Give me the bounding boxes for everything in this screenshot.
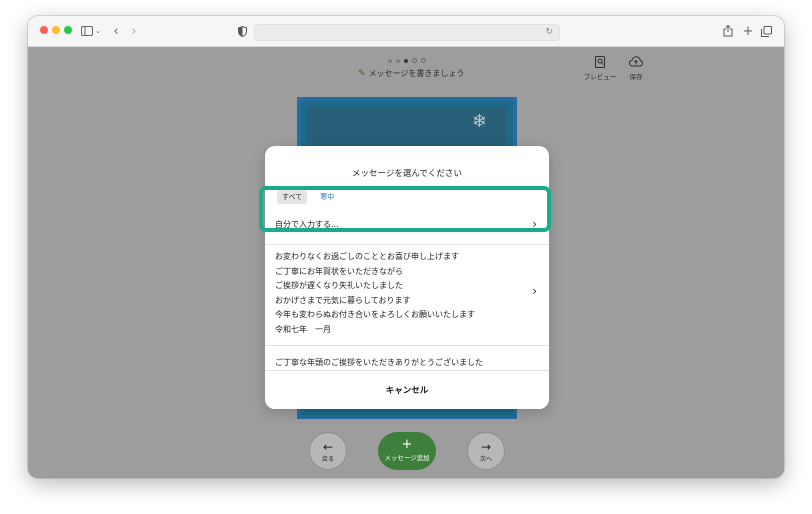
preview-label: プレビュー [583,73,617,81]
step-title-text: メッセージを書きましょう [368,69,465,78]
reload-icon[interactable]: ↻ [545,25,553,40]
next-button[interactable]: → 次へ [467,432,505,470]
snowflake-icon: ❄ [471,111,487,132]
message-option-2[interactable]: ご丁寧な年頭のご挨拶をいただきありがとうございました [275,357,483,368]
chevron-right-icon: › [532,284,537,298]
step-dot [421,58,426,63]
preview-button[interactable]: プレビュー [582,56,618,81]
step-title: ✎ メッセージを書きましょう [358,68,464,79]
save-button[interactable]: 保存 [618,56,654,81]
arrow-right-icon: → [480,440,492,454]
cloud-upload-icon [618,56,654,70]
shield-icon[interactable] [236,22,248,40]
browser-toolbar: ⌄ ‹ › ↻ + [28,16,784,47]
zoom-window-button[interactable] [64,26,72,34]
tabs-overview-icon[interactable] [760,22,772,40]
cancel-button[interactable]: キャンセル [265,370,549,409]
chevron-down-icon[interactable]: ⌄ [94,22,102,40]
step-dot [388,58,392,63]
step-dot [412,58,417,63]
highlight-frame [259,186,551,232]
minimize-window-button[interactable] [52,26,60,34]
message-line: ご丁寧にお年賀状をいただきながら [275,266,403,276]
message-line: 令和七年 一月 [275,324,331,334]
sidebar-icon[interactable] [80,22,94,40]
step-indicator [388,58,426,63]
add-message-label: メッセージ追加 [384,454,430,462]
editor-area: ✎ メッセージを書きましょう プレビュー 保存 ❄ ❄ ❄ ← 戻る [28,47,784,478]
next-label: 次へ [479,456,492,463]
browser-window: ⌄ ‹ › ↻ + ✎ メッセージを書きましょう プレビュー 保存 ❄ ← 戻る… [28,16,784,478]
message-option-1[interactable]: お変わりなくお過ごしのこととお喜び申し上げます ご丁寧にお年賀状をいただきながら… [275,250,515,337]
dialog-title: メッセージを選んでください [352,169,462,179]
add-message-button[interactable]: + メッセージ追加 [378,432,436,470]
address-bar[interactable]: ↻ [254,24,560,41]
close-window-button[interactable] [40,26,48,34]
share-icon[interactable] [722,22,734,40]
message-line: おかげさまで元気に暮らしております [275,295,411,305]
message-line: 今年も変わらぬお付き合いをよろしくお願いいたします [275,310,475,319]
new-tab-icon[interactable]: + [742,22,754,40]
plus-icon: + [401,437,413,452]
message-line: ご挨拶が遅くなり失礼いたしました [275,281,403,290]
forward-icon[interactable]: › [128,22,140,40]
pencil-icon: ✎ [358,68,366,79]
back-label: 戻る [321,456,334,463]
divider [265,244,549,245]
divider [265,345,549,346]
back-icon[interactable]: ‹ [110,22,122,40]
arrow-left-icon: ← [322,440,334,454]
preview-icon [582,56,618,70]
save-label: 保存 [629,73,643,81]
back-button[interactable]: ← 戻る [309,432,347,470]
message-line: お変わりなくお過ごしのこととお喜び申し上げます [275,252,459,261]
step-dot-current [404,58,408,63]
step-dot [396,58,400,63]
